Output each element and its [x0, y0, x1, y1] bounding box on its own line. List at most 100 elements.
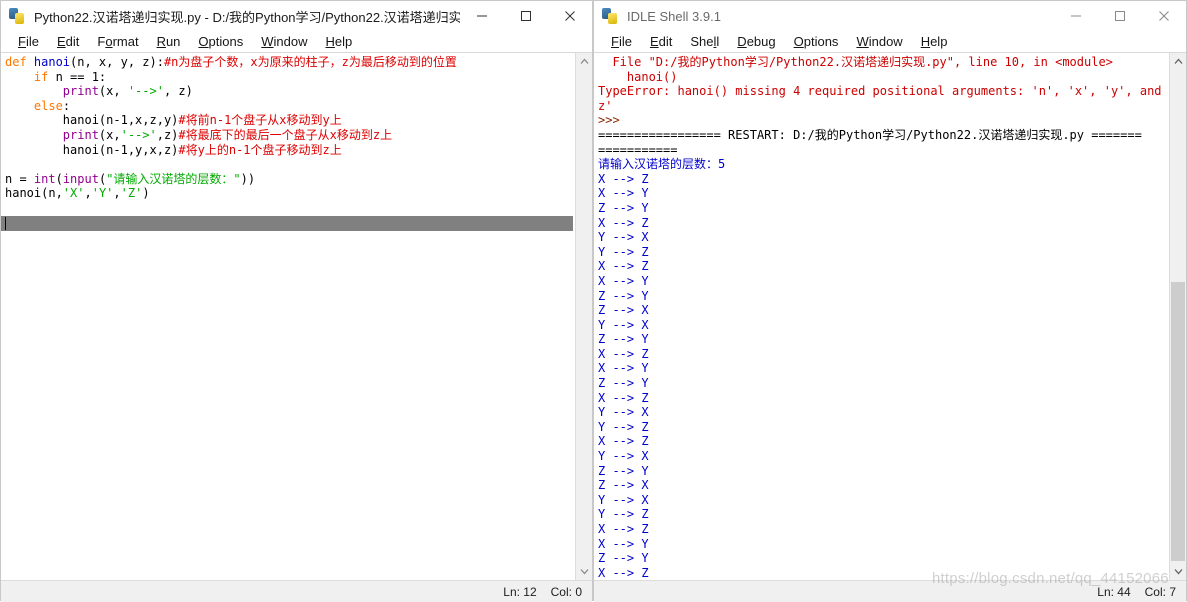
scroll-up-icon[interactable]: [1170, 53, 1186, 70]
editor-titlebar[interactable]: Python22.汉诺塔递归实现.py - D:/我的Python学习/Pyth…: [1, 1, 592, 31]
code-token: hanoi(n,: [5, 186, 63, 201]
shell-output[interactable]: File "D:/我的Python学习/Python22.汉诺塔递归实现.py"…: [594, 53, 1169, 580]
shell-output-line: Y --> X: [598, 449, 649, 464]
code-token: #n为盘子个数，x为原来的柱子，z为最后移动到的位置: [163, 55, 457, 69]
shell-col-indicator: Col: 7: [1144, 584, 1176, 599]
scroll-down-icon[interactable]: [576, 563, 592, 580]
editor-menu-help[interactable]: Help: [317, 33, 362, 50]
shell-menu-edit[interactable]: Edit: [641, 33, 681, 50]
code-token: , z): [163, 84, 193, 99]
editor-menu-run[interactable]: Run: [148, 33, 190, 50]
code-token: '-->': [127, 84, 164, 99]
minimize-button[interactable]: [460, 1, 504, 31]
shell-output-line: 请输入汉诺塔的层数：5: [598, 157, 726, 172]
editor-menu-format[interactable]: Format: [88, 33, 147, 50]
shell-output-line: Y --> X: [598, 492, 649, 507]
code-token: )): [240, 171, 256, 186]
code-token: (: [55, 171, 63, 186]
scroll-up-icon[interactable]: [576, 53, 592, 70]
editor-window[interactable]: Python22.汉诺塔递归实现.py - D:/我的Python学习/Pyth…: [0, 0, 593, 602]
shell-window-controls[interactable]: [1054, 1, 1186, 31]
minimize-button[interactable]: [1054, 1, 1098, 31]
shell-output-line: Z --> Y: [598, 463, 649, 478]
code-token: (x,: [98, 127, 121, 142]
code-token: input: [62, 171, 99, 186]
code-token: else: [33, 98, 63, 113]
code-token: hanoi: [33, 55, 71, 69]
code-token: (x,: [98, 84, 128, 99]
shell-output-line: X --> Y: [598, 186, 649, 201]
code-token: print: [62, 84, 99, 99]
shell-menu-help[interactable]: Help: [912, 33, 957, 50]
editor-statusbar: Ln: 12 Col: 0: [1, 580, 592, 602]
editor-menu-window[interactable]: Window: [252, 33, 316, 50]
shell-output-line: TypeError: hanoi() missing 4 required po…: [598, 84, 1169, 99]
code-line: print(x, '-->', z): [5, 84, 575, 99]
editor-menubar[interactable]: File Edit Format Run Options Window Help: [1, 31, 592, 53]
editor-menu-file[interactable]: File: [9, 33, 48, 50]
code-line: print(x,'-->',z)#将最底下的最后一个盘子从x移动到z上: [5, 128, 575, 143]
shell-output-line: X --> Z: [598, 171, 649, 186]
shell-output-line: Y --> X: [598, 317, 649, 332]
editor-menu-options[interactable]: Options: [189, 33, 252, 50]
code-line: hanoi(n-1,x,z,y)#将前n-1个盘子从x移动到y上: [5, 113, 575, 128]
code-line: n = int(input("请输入汉诺塔的层数：")): [5, 172, 575, 187]
shell-output-line: ================= RESTART: D:/我的Python学习…: [598, 127, 1142, 142]
code-line: hanoi(n,'X','Y','Z'): [5, 186, 575, 201]
code-line: if n == 1:: [5, 70, 575, 85]
shell-output-line: X --> Z: [598, 434, 649, 449]
editor-line-indicator: Ln: 12: [503, 584, 537, 599]
text-caret: [5, 216, 6, 230]
close-button[interactable]: [548, 1, 592, 31]
code-token: 'Z': [120, 186, 143, 201]
shell-output-line: X --> Y: [598, 536, 649, 551]
editor-vertical-scrollbar[interactable]: [575, 53, 592, 580]
maximize-button[interactable]: [504, 1, 548, 31]
shell-output-line: Z --> Y: [598, 551, 649, 566]
shell-output-line: Y --> Z: [598, 244, 649, 259]
shell-output-line: X --> Z: [598, 565, 649, 580]
shell-menu-debug[interactable]: Debug: [728, 33, 784, 50]
editor-menu-edit[interactable]: Edit: [48, 33, 88, 50]
shell-output-line: X --> Z: [598, 522, 649, 536]
editor-text-region[interactable]: def hanoi(n, x, y, z):#n为盘子个数，x为原来的柱子，z为…: [1, 53, 592, 580]
shell-menu-options[interactable]: Options: [785, 33, 848, 50]
shell-vertical-scrollbar[interactable]: [1169, 53, 1186, 580]
shell-output-line: X --> Z: [598, 346, 649, 361]
shell-scroll-track[interactable]: [1170, 70, 1186, 563]
shell-output-line: >>>: [598, 113, 620, 128]
code-token: ,z): [156, 127, 179, 142]
code-token: 'X': [62, 186, 85, 201]
shell-menu-window[interactable]: Window: [847, 33, 911, 50]
code-token: n == 1:: [48, 69, 107, 84]
selected-line-highlight: [1, 215, 573, 231]
desktop: Python22.汉诺塔递归实现.py - D:/我的Python学习/Pyth…: [0, 0, 1187, 602]
editor-scroll-track[interactable]: [576, 70, 592, 563]
shell-output-line: X --> Y: [598, 273, 649, 288]
shell-menu-file[interactable]: File: [602, 33, 641, 50]
code-token: :: [62, 98, 71, 113]
shell-text-region[interactable]: File "D:/我的Python学习/Python22.汉诺塔递归实现.py"…: [594, 53, 1186, 580]
close-button[interactable]: [1142, 1, 1186, 31]
shell-statusbar: Ln: 44 Col: 7: [594, 580, 1186, 602]
code-token: (n, x, y, z):: [70, 55, 164, 69]
shell-titlebar[interactable]: IDLE Shell 3.9.1: [594, 1, 1186, 31]
shell-output-line: X --> Z: [598, 390, 649, 405]
shell-scroll-thumb[interactable]: [1171, 281, 1185, 561]
code-token: #将前n-1个盘子从x移动到y上: [178, 113, 342, 128]
maximize-button[interactable]: [1098, 1, 1142, 31]
code-editor[interactable]: def hanoi(n, x, y, z):#n为盘子个数，x为原来的柱子，z为…: [1, 53, 575, 580]
code-line: hanoi(n-1,y,x,z)#将y上的n-1个盘子移动到z上: [5, 143, 575, 158]
scroll-down-icon[interactable]: [1170, 563, 1186, 580]
shell-menubar[interactable]: File Edit Shell Debug Options Window Help: [594, 31, 1186, 53]
shell-title: IDLE Shell 3.9.1: [627, 8, 721, 24]
shell-output-line: Z --> Y: [598, 288, 649, 303]
code-token: int: [33, 171, 56, 186]
shell-window[interactable]: IDLE Shell 3.9.1 File Edit Shell Debug Optio…: [593, 0, 1187, 602]
shell-menu-shell[interactable]: Shell: [681, 33, 728, 50]
editor-window-controls[interactable]: [460, 1, 592, 31]
code-token: hanoi(n-1,y,x,z): [5, 142, 179, 157]
